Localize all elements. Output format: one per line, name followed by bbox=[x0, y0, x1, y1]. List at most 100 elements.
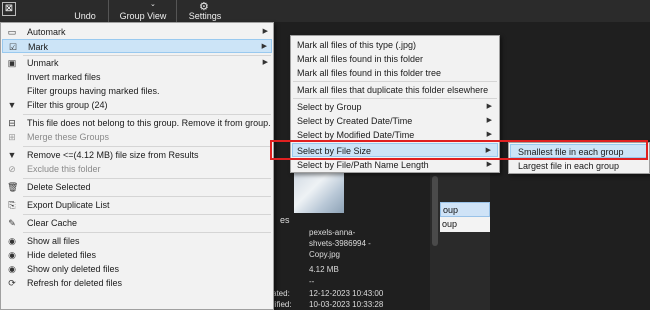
menu-item-export-list[interactable]: ⎘ Export Duplicate List bbox=[2, 198, 272, 212]
menu-item-label: Show only deleted files bbox=[27, 264, 120, 274]
settings-label: Settings bbox=[188, 11, 222, 21]
menu-divider bbox=[293, 98, 497, 99]
chevron-right-icon: ▶ bbox=[486, 161, 492, 168]
submenu-item-mark-folder[interactable]: Mark all files found in this folder bbox=[292, 52, 498, 66]
group-list-item[interactable]: oup bbox=[440, 202, 490, 217]
menu-item-label: Clear Cache bbox=[27, 218, 78, 228]
context-menu: ▭ Automark ▶ ☑ Mark ▶ ▣ Unmark ▶ Invert … bbox=[0, 22, 274, 310]
menu-item-label: Merge these Groups bbox=[27, 132, 110, 142]
menu-item-mark[interactable]: ☑ Mark ▶ bbox=[2, 39, 272, 53]
undo-button[interactable]: Undo bbox=[60, 0, 110, 22]
menu-item-invert-marked[interactable]: Invert marked files bbox=[2, 70, 272, 84]
export-icon: ⎘ bbox=[8, 200, 16, 210]
menu-item-label: This file does not belong to this group.… bbox=[27, 118, 271, 128]
menu-item-merge-groups[interactable]: ⊞ Merge these Groups bbox=[2, 130, 272, 144]
app-logo-icon[interactable]: ⊠ bbox=[2, 2, 16, 16]
chevron-right-icon: ▶ bbox=[486, 117, 492, 124]
submenu-item-label: Mark all files found in this folder bbox=[297, 54, 424, 64]
toolbar-separator bbox=[108, 0, 109, 22]
dash-value: -- bbox=[309, 277, 315, 286]
filename-line: shvets-3986994 - bbox=[309, 239, 371, 248]
toolbar-separator bbox=[176, 0, 177, 22]
group-list-item[interactable]: oup bbox=[440, 217, 490, 232]
menu-item-unmark[interactable]: ▣ Unmark ▶ bbox=[2, 56, 272, 70]
menu-item-refresh-deleted[interactable]: ⟳ Refresh for deleted files bbox=[2, 276, 272, 290]
menu-item-label: Mark bbox=[28, 42, 48, 52]
group-view-label: Group View bbox=[119, 11, 167, 21]
eye-icon: ◉ bbox=[8, 236, 16, 246]
image-thumbnail bbox=[294, 170, 344, 213]
mark-icon: ☑ bbox=[8, 42, 18, 52]
annotation-highlight-box bbox=[270, 140, 648, 160]
menu-item-remove-by-size[interactable]: ▼ Remove <=(4.12 MB) file size from Resu… bbox=[2, 148, 272, 162]
menu-item-filter-groups-marked[interactable]: Filter groups having marked files. bbox=[2, 84, 272, 98]
created-value: 12-12-2023 10:43:00 bbox=[309, 289, 384, 298]
submenu-item-label: Select by Group bbox=[297, 102, 362, 112]
undo-label: Undo bbox=[74, 11, 96, 21]
menu-item-show-all[interactable]: ◉ Show all files bbox=[2, 234, 272, 248]
merge-icon: ⊞ bbox=[8, 132, 16, 142]
submenu-item-mark-duplicate-folder[interactable]: Mark all files that duplicate this folde… bbox=[292, 83, 498, 97]
not-group-icon: ⊟ bbox=[8, 118, 16, 128]
automark-icon: ▭ bbox=[7, 27, 17, 37]
eye-only-icon: ◉ bbox=[8, 264, 16, 274]
chevron-right-icon: ▶ bbox=[261, 43, 267, 50]
menu-divider bbox=[23, 214, 271, 215]
menu-item-label: Remove <=(4.12 MB) file size from Result… bbox=[27, 150, 199, 160]
group-list-panel bbox=[430, 172, 490, 310]
submenu-item-mark-type[interactable]: Mark all files of this type (.jpg) bbox=[292, 38, 498, 52]
clear-cache-icon: ✎ bbox=[8, 218, 16, 228]
refresh-icon: ⟳ bbox=[8, 278, 16, 288]
menu-item-label: Filter groups having marked files. bbox=[27, 86, 160, 96]
menu-item-remove-from-group[interactable]: ⊟ This file does not belong to this grou… bbox=[2, 116, 272, 130]
filter-size-icon: ▼ bbox=[7, 150, 17, 160]
submenu-item-select-by-group[interactable]: Select by Group ▶ bbox=[292, 100, 498, 114]
menu-item-label: Export Duplicate List bbox=[27, 200, 110, 210]
scrollbar[interactable] bbox=[432, 176, 438, 246]
submenu-item-label: Select by Created Date/Time bbox=[297, 116, 413, 126]
delete-icon: 🗑 bbox=[7, 182, 19, 192]
file-size-value: 4.12 MB bbox=[309, 265, 339, 274]
submenu-item-label: Select by File/Path Name Length bbox=[297, 160, 429, 170]
chevron-right-icon: ▶ bbox=[262, 59, 268, 66]
exclude-icon: ⊘ bbox=[8, 164, 16, 174]
menu-item-hide-deleted[interactable]: ◉ Hide deleted files bbox=[2, 248, 272, 262]
submenu-item-label: Mark all files found in this folder tree bbox=[297, 68, 442, 78]
eye-off-icon: ◉ bbox=[8, 250, 16, 260]
submenu-item-label: Mark all files that duplicate this folde… bbox=[297, 85, 489, 95]
filename-line: pexels-anna- bbox=[309, 228, 356, 237]
menu-item-show-only-deleted[interactable]: ◉ Show only deleted files bbox=[2, 262, 272, 276]
submenu-item-select-by-created[interactable]: Select by Created Date/Time ▶ bbox=[292, 114, 498, 128]
chevron-right-icon: ▶ bbox=[262, 28, 268, 35]
unmark-icon: ▣ bbox=[7, 58, 17, 68]
menu-item-label: Unmark bbox=[27, 58, 59, 68]
submenu-item-largest-file[interactable]: Largest file in each group bbox=[510, 159, 648, 173]
menu-item-label: Filter this group (24) bbox=[27, 100, 108, 110]
menu-item-filter-group[interactable]: ▼ Filter this group (24) bbox=[2, 98, 272, 112]
menu-divider bbox=[23, 196, 271, 197]
menu-divider bbox=[23, 178, 271, 179]
settings-button[interactable]: ⚙ Settings bbox=[180, 0, 230, 22]
menu-divider bbox=[293, 81, 497, 82]
chevron-down-icon: ⌄ bbox=[150, 1, 156, 8]
menu-item-clear-cache[interactable]: ✎ Clear Cache bbox=[2, 216, 272, 230]
menu-item-label: Hide deleted files bbox=[27, 250, 97, 260]
menu-divider bbox=[23, 114, 271, 115]
properties-heading: es bbox=[280, 215, 290, 225]
menu-item-label: Refresh for deleted files bbox=[27, 278, 123, 288]
filter-icon: ▼ bbox=[7, 100, 17, 110]
toolbar: ⊠ Undo ⌄ Group View ⚙ Settings bbox=[0, 0, 650, 22]
menu-item-label: Delete Selected bbox=[27, 182, 91, 192]
submenu-item-label: Largest file in each group bbox=[518, 161, 620, 171]
menu-item-automark[interactable]: ▭ Automark ▶ bbox=[2, 25, 272, 39]
group-view-button[interactable]: ⌄ Group View bbox=[110, 0, 176, 22]
submenu-item-select-by-name-length[interactable]: Select by File/Path Name Length ▶ bbox=[292, 158, 498, 172]
menu-divider bbox=[23, 232, 271, 233]
submenu-item-mark-folder-tree[interactable]: Mark all files found in this folder tree bbox=[292, 66, 498, 80]
menu-item-exclude-folder[interactable]: ⊘ Exclude this folder bbox=[2, 162, 272, 176]
menu-item-label: Automark bbox=[27, 27, 66, 37]
menu-item-delete-selected[interactable]: 🗑 Delete Selected bbox=[2, 180, 272, 194]
menu-item-label: Exclude this folder bbox=[27, 164, 101, 174]
chevron-right-icon: ▶ bbox=[486, 103, 492, 110]
menu-divider bbox=[23, 146, 271, 147]
